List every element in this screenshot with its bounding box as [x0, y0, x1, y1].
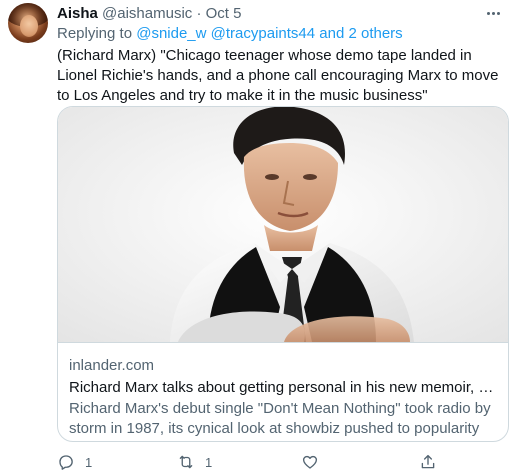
timestamp[interactable]: Oct 5 [206, 5, 242, 22]
card-domain: inlander.com [69, 357, 155, 374]
heart-icon [302, 455, 318, 469]
share-button[interactable] [419, 452, 437, 472]
card-photo [58, 107, 508, 342]
share-icon [421, 454, 435, 469]
card-title: Richard Marx talks about getting persona… [69, 379, 497, 396]
avatar-face [20, 15, 38, 37]
card-meta[interactable]: inlander.com Richard Marx talks about ge… [58, 342, 508, 441]
separator-dot: · [196, 5, 202, 22]
reply-button[interactable]: 1 [57, 452, 92, 472]
like-button[interactable] [301, 452, 319, 472]
reply-mention-2[interactable]: @tracypaints44 [211, 25, 315, 42]
reply-mention-1[interactable]: @snide_w [136, 25, 206, 42]
author-handle[interactable]: @aishamusic [102, 5, 192, 22]
more-options-icon[interactable] [487, 5, 507, 17]
replying-prefix: Replying to [57, 25, 133, 42]
reply-count: 1 [85, 454, 93, 470]
tweet[interactable]: Aisha @aishamusic · Oct 5 Replying to @s… [0, 0, 523, 475]
replying-to: Replying to @snide_w @tracypaints44 and … [57, 25, 403, 43]
retweet-icon [179, 455, 193, 469]
reply-icon [59, 455, 73, 470]
reply-others-link[interactable]: and 2 others [319, 25, 402, 42]
link-preview-card[interactable]: inlander.com Richard Marx talks about ge… [57, 106, 509, 442]
author-name[interactable]: Aisha [57, 5, 98, 22]
tweet-actions: 1 1 [57, 452, 509, 472]
tweet-header: Aisha @aishamusic · Oct 5 [57, 5, 242, 23]
card-image[interactable] [58, 107, 508, 342]
tweet-text: (Richard Marx) "Chicago teenager whose d… [57, 47, 499, 104]
retweet-button[interactable]: 1 [177, 452, 212, 472]
card-description: Richard Marx's debut single "Don't Mean … [69, 400, 491, 437]
avatar[interactable] [8, 3, 48, 43]
retweet-count: 1 [205, 454, 213, 470]
